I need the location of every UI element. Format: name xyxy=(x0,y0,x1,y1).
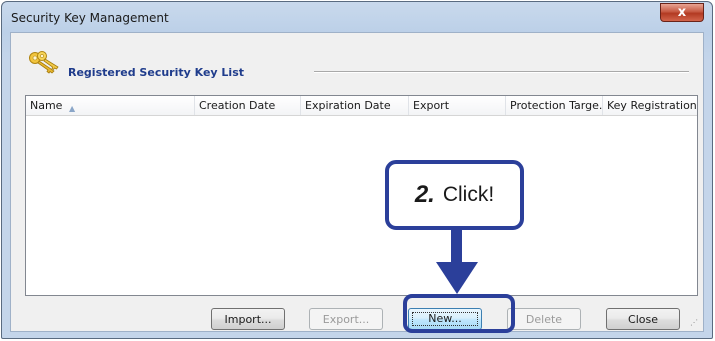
resize-grip-icon[interactable]: ⋰ xyxy=(690,318,700,328)
dialog-client-area: Registered Security Key List Name ▲ Crea… xyxy=(10,32,704,332)
close-icon: x xyxy=(677,5,687,20)
new-button-highlight xyxy=(403,294,515,333)
step-number: 2. xyxy=(414,181,435,208)
title-bar[interactable]: Security Key Management x xyxy=(2,2,712,32)
sort-ascending-icon: ▲ xyxy=(69,104,76,113)
keys-icon xyxy=(29,51,59,74)
column-label-name: Name xyxy=(30,99,63,112)
step-callout: 2. Click! xyxy=(385,160,524,230)
column-header-key-registration[interactable]: Key Registration... xyxy=(603,96,697,115)
step-instruction: Click! xyxy=(442,183,495,206)
window-title: Security Key Management xyxy=(11,11,169,25)
close-button[interactable]: Close xyxy=(606,308,680,330)
down-arrow-icon xyxy=(436,262,478,294)
column-header-protection-target[interactable]: Protection Targe... xyxy=(506,96,603,115)
security-key-list[interactable]: Name ▲ Creation Date Expiration Date Exp… xyxy=(25,95,698,296)
column-header-creation-date[interactable]: Creation Date xyxy=(195,96,301,115)
registered-key-list-heading: Registered Security Key List xyxy=(68,66,244,79)
delete-button[interactable]: Delete xyxy=(507,308,581,330)
column-header-export[interactable]: Export xyxy=(409,96,506,115)
import-button[interactable]: Import... xyxy=(211,308,285,330)
list-header: Name ▲ Creation Date Expiration Date Exp… xyxy=(26,96,697,116)
column-header-name[interactable]: Name ▲ xyxy=(26,96,195,115)
export-button[interactable]: Export... xyxy=(309,308,383,330)
security-key-management-window: Security Key Management x Registered Sec… xyxy=(1,1,713,339)
column-header-expiration-date[interactable]: Expiration Date xyxy=(301,96,409,115)
callout-arrow-shaft xyxy=(451,230,462,265)
section-divider xyxy=(314,71,689,73)
window-close-button[interactable]: x xyxy=(660,3,704,22)
